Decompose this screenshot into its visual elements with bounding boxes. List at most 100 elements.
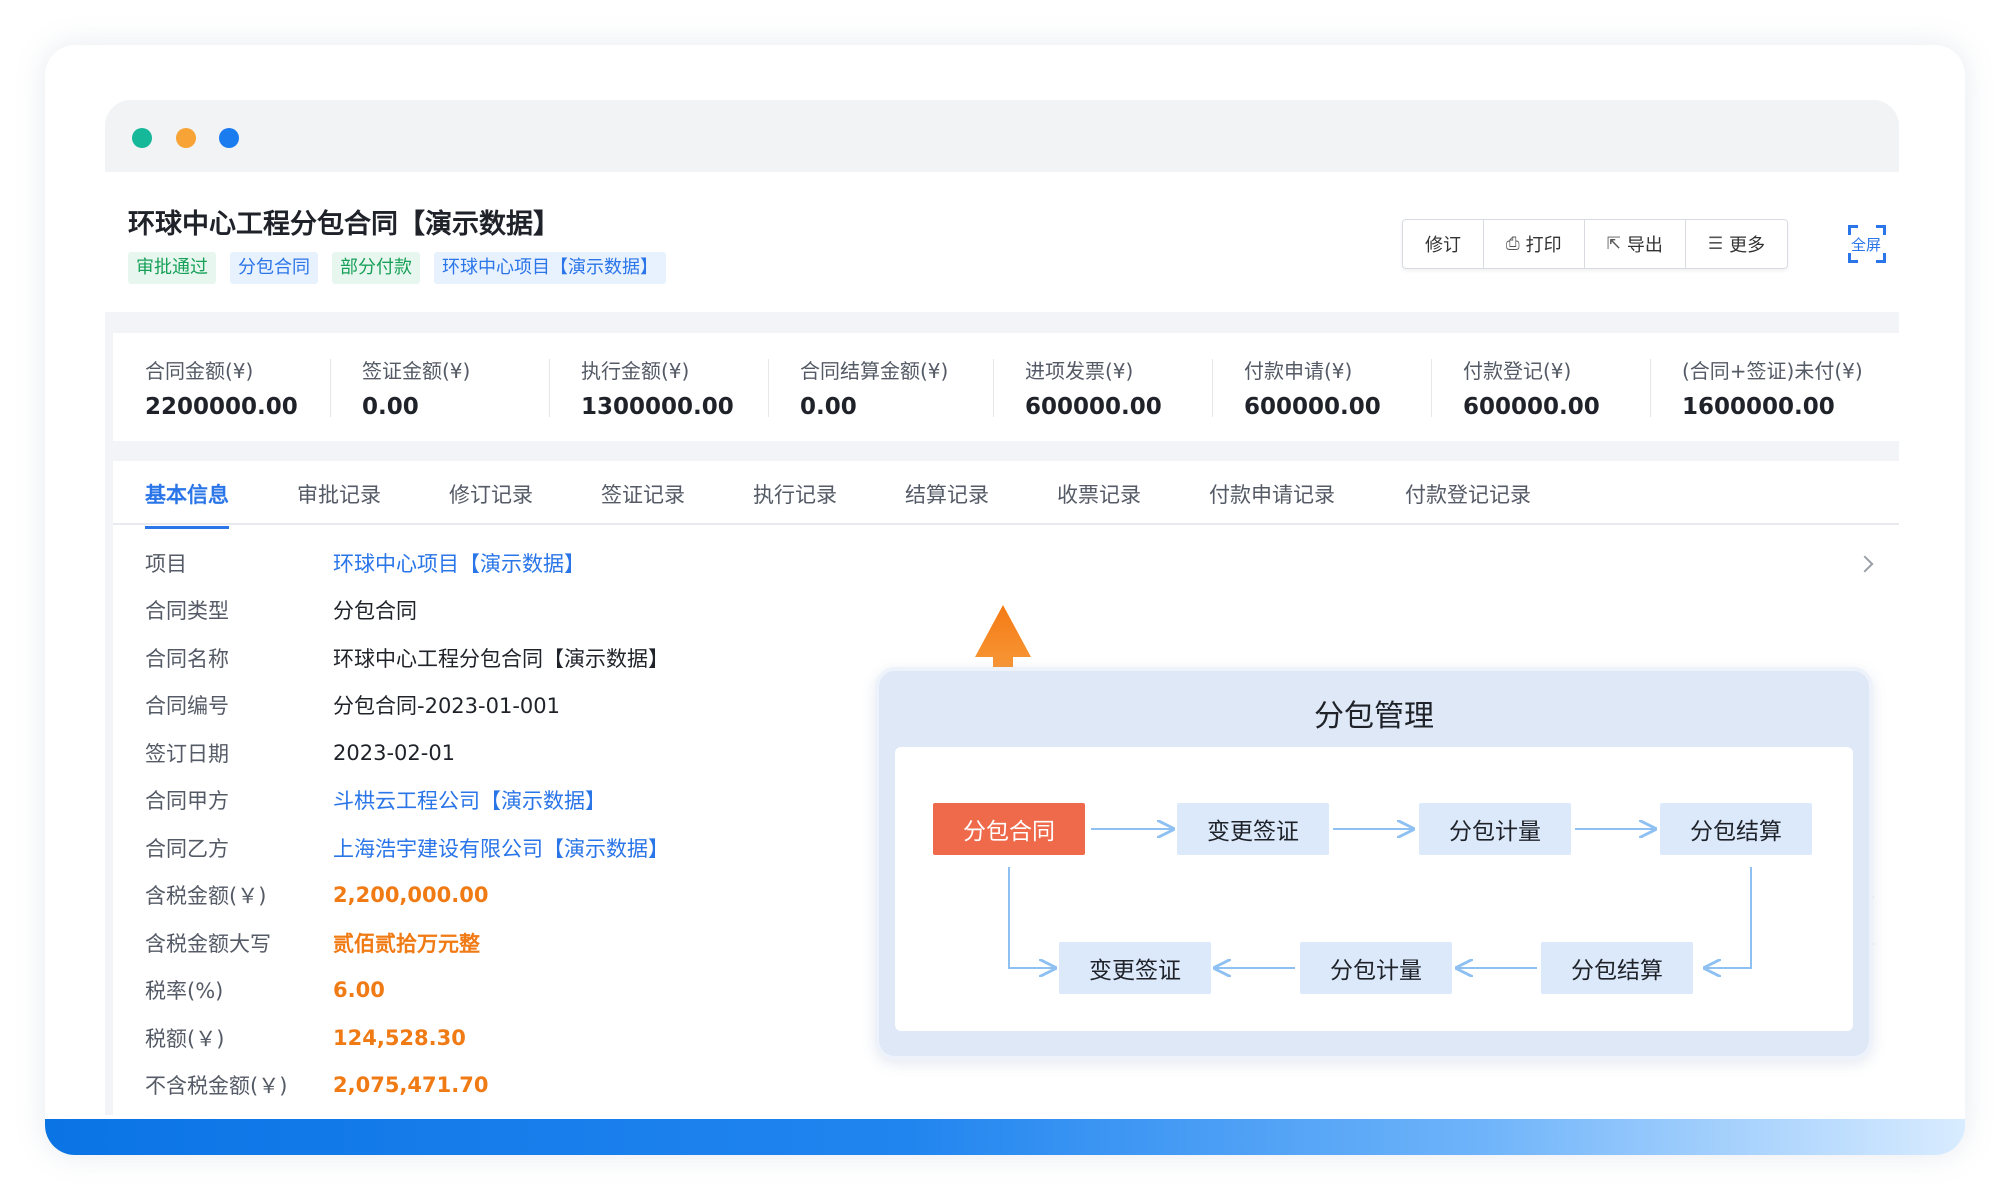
tab-bar: 基本信息 审批记录 修订记录 签证记录 执行记录 结算记录 收票记录 付款申请记… [113,461,1899,529]
field-value: 6.00 [333,978,385,1003]
field-row: 合同甲方 斗栱云工程公司【演示数据】 [145,777,669,825]
field-value: 2023-02-01 [333,740,456,765]
field-row: 项目 环球中心项目【演示数据】 [145,539,669,587]
printer-icon: ⎙ [1506,234,1520,254]
revise-label: 修订 [1425,235,1461,256]
party-b-link[interactable]: 上海浩宇建设有限公司【演示数据】 [333,833,669,863]
page-header: 环球中心工程分包合同【演示数据】 审批通过 分包合同 部分付款 环球中心项目【演… [105,172,1899,312]
contract-type-badge: 分包合同 [230,252,318,284]
flow-node-change-visa: 变更签证 [1177,803,1329,855]
export-button[interactable]: ⇱ 导出 [1585,220,1686,268]
field-row: 合同乙方 上海浩宇建设有限公司【演示数据】 [145,824,669,872]
field-label: 含税金额(￥) [145,884,267,909]
export-label: 导出 [1626,235,1663,256]
stat-executed-amount: 执行金额(¥) 1300000.00 [549,333,768,441]
basic-info-fields: 项目 环球中心项目【演示数据】 合同类型 分包合同 合同名称 环球中心工程分包合… [145,539,669,1109]
stat-label: 合同结算金额(¥) [800,359,949,383]
stat-label: 进项发票(¥) [1025,359,1134,383]
flow-node-measurement: 分包计量 [1300,942,1452,994]
field-value: 环球中心工程分包合同【演示数据】 [333,646,669,671]
stat-label: 签证金额(¥) [362,359,471,383]
payment-status-badge: 部分付款 [332,252,420,284]
window-chrome [105,100,1899,172]
stat-label: 执行金额(¥) [581,359,690,383]
field-label: 不含税金额(￥) [145,1074,288,1099]
stat-settlement-amount: 合同结算金额(¥) 0.00 [768,333,993,441]
field-value: 124,528.30 [333,1025,466,1050]
summary-stats: 合同金额(¥) 2200000.00 签证金额(¥) 0.00 执行金额(¥) … [113,333,1899,441]
project-link[interactable]: 环球中心项目【演示数据】 [333,548,585,578]
field-value: 2,075,471.70 [333,1073,489,1098]
list-icon: ☰ [1707,234,1724,254]
tab-payment-request-records[interactable]: 付款申请记录 [1209,479,1335,509]
action-toolbar: 修订 ⎙ 打印 ⇱ 导出 ☰ 更多 [1402,219,1789,269]
revise-button[interactable]: 修订 [1403,220,1484,268]
window-dot-green[interactable] [132,128,152,148]
stat-value: 600000.00 [1463,394,1600,420]
diagram-title: 分包管理 [1314,699,1434,734]
diagram-canvas: 分包合同 变更签证 分包计量 分包结算 变更签证 分包计量 分包结算 [895,747,1853,1031]
screenshot-frame: 环球中心工程分包合同【演示数据】 审批通过 分包合同 部分付款 环球中心项目【演… [45,45,1965,1155]
field-value: 分包合同-2023-01-001 [333,694,560,719]
status-badge-approved: 审批通过 [128,252,216,284]
tab-execution-records[interactable]: 执行记录 [753,479,837,509]
stat-value: 0.00 [800,394,857,420]
more-label: 更多 [1729,235,1766,256]
stat-input-invoice: 进项发票(¥) 600000.00 [993,333,1212,441]
stat-label: (合同+签证)未付(¥) [1682,359,1863,383]
print-button[interactable]: ⎙ 打印 [1484,220,1585,268]
fullscreen-label: 全屏 [1851,236,1882,254]
project-badge[interactable]: 环球中心项目【演示数据】 [434,252,666,284]
stat-value: 1300000.00 [581,394,734,420]
page-title: 环球中心工程分包合同【演示数据】 [128,209,560,240]
window-dot-blue[interactable] [219,128,239,148]
subcontract-flow-diagram: 分包管理 分包合同 变更签证 分包计量 分包结算 变更签证 分包计量 分包结算 [875,667,1873,1060]
flow-node-measurement: 分包计量 [1419,803,1571,855]
chevron-right-icon[interactable] [1856,555,1874,573]
tab-approval-records[interactable]: 审批记录 [297,479,381,509]
stat-value: 2200000.00 [145,394,298,420]
field-row: 含税金额大写 贰佰贰拾万元整 [145,919,669,967]
field-label: 项目 [145,551,187,576]
field-value: 2,200,000.00 [333,883,489,908]
field-label: 签订日期 [145,741,229,766]
flow-node-settlement: 分包结算 [1541,942,1693,994]
stat-payment-registered: 付款登记(¥) 600000.00 [1431,333,1650,441]
stat-unpaid: (合同+签证)未付(¥) 1600000.00 [1650,333,1899,441]
stat-payment-request: 付款申请(¥) 600000.00 [1212,333,1431,441]
more-button[interactable]: ☰ 更多 [1686,220,1787,268]
stat-label: 付款申请(¥) [1244,359,1353,383]
stat-label: 合同金额(¥) [145,359,254,383]
field-row: 合同名称 环球中心工程分包合同【演示数据】 [145,634,669,682]
stat-value: 600000.00 [1025,394,1162,420]
stat-visa-amount: 签证金额(¥) 0.00 [330,333,549,441]
field-value: 分包合同 [333,599,417,624]
tab-basic-info[interactable]: 基本信息 [145,479,229,529]
tab-settlement-records[interactable]: 结算记录 [905,479,989,509]
tab-visa-records[interactable]: 签证记录 [601,479,685,509]
field-row: 税额(￥) 124,528.30 [145,1014,669,1062]
field-row: 签订日期 2023-02-01 [145,729,669,777]
stat-value: 1600000.00 [1682,394,1835,420]
tab-revision-records[interactable]: 修订记录 [449,479,533,509]
fullscreen-button[interactable]: 全屏 [1848,225,1886,263]
field-label: 税率(%) [145,979,224,1004]
field-row: 合同类型 分包合同 [145,587,669,635]
window-dot-orange[interactable] [176,128,196,148]
flow-node-change-visa: 变更签证 [1059,942,1211,994]
stat-contract-amount: 合同金额(¥) 2200000.00 [113,333,330,441]
field-row: 含税金额(￥) 2,200,000.00 [145,872,669,920]
stat-label: 付款登记(¥) [1463,359,1572,383]
field-label: 合同类型 [145,599,229,624]
party-a-link[interactable]: 斗栱云工程公司【演示数据】 [333,785,606,815]
tab-payment-registration-records[interactable]: 付款登记记录 [1405,479,1531,509]
gradient-footer-bar [45,1119,1965,1155]
field-row: 合同编号 分包合同-2023-01-001 [145,682,669,730]
field-value: 贰佰贰拾万元整 [333,931,480,956]
stat-value: 0.00 [362,394,419,420]
field-label: 税额(￥) [145,1026,225,1051]
stat-value: 600000.00 [1244,394,1381,420]
tab-invoice-records[interactable]: 收票记录 [1057,479,1141,509]
field-label: 合同甲方 [145,789,229,814]
field-label: 合同乙方 [145,836,229,861]
